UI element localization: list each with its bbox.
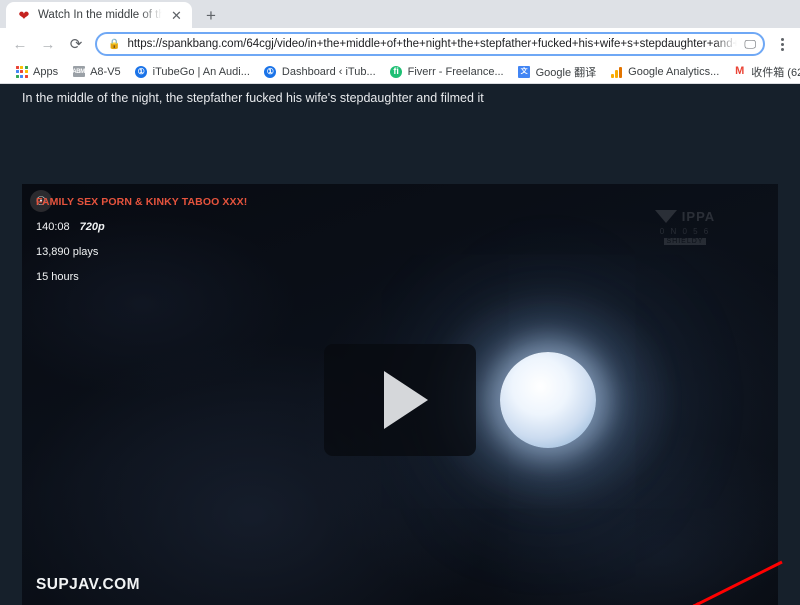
- back-icon[interactable]: ←: [7, 31, 33, 57]
- page-title: In the middle of the night, the stepfath…: [22, 91, 484, 105]
- play-button[interactable]: [324, 344, 476, 456]
- browser-menu-icon[interactable]: [771, 37, 793, 51]
- bookmark-label: Google Analytics...: [628, 65, 720, 78]
- bookmark-gmail[interactable]: M 收件箱 (620) - che...: [726, 62, 800, 82]
- supjav-watermark: SUPJAV.COM: [36, 576, 140, 593]
- tab-strip: ❤ Watch In the middle of the nig ✕ +: [0, 0, 800, 28]
- bookmark-google-translate[interactable]: 文 Google 翻译: [511, 62, 604, 82]
- heart-favicon-icon: ❤: [18, 7, 30, 23]
- video-plays: 13,890 plays: [36, 246, 99, 258]
- browser-toolbar: ← → ⟳ 🔒 https://spankbang.com/64cgj/vide…: [0, 28, 800, 60]
- browser-chrome: ❤ Watch In the middle of the nig ✕ + ← →…: [0, 0, 800, 84]
- bookmark-label: Apps: [33, 65, 59, 78]
- google-analytics-icon: [610, 65, 623, 78]
- bookmark-apps[interactable]: Apps: [8, 62, 65, 82]
- reload-icon[interactable]: ⟳: [63, 31, 89, 57]
- ippa-sub2-label: SHIELDY: [663, 238, 707, 245]
- video-age: 15 hours: [36, 271, 79, 283]
- tab-title: Watch In the middle of the nig: [38, 9, 162, 21]
- bookmark-label: 收件箱 (620) - che...: [751, 66, 800, 79]
- bookmark-label: Google 翻译: [535, 66, 597, 79]
- lock-icon: 🔒: [108, 38, 121, 50]
- bookmarks-bar: Apps ABM A8-V5 ① iTubeGo | An Audi... ① …: [0, 60, 800, 84]
- ippa-label: IPPA: [681, 209, 716, 224]
- video-metadata-overlay: FAMILY SEX PORN & KINKY TABOO XXX! 140:0…: [36, 196, 247, 283]
- video-player[interactable]: ☉ FAMILY SEX PORN & KINKY TABOO XXX! 140…: [22, 184, 778, 605]
- address-bar[interactable]: 🔒 https://spankbang.com/64cgj/video/in+t…: [95, 32, 765, 56]
- new-tab-button[interactable]: +: [198, 2, 224, 28]
- bookmark-label: iTubeGo | An Audi...: [152, 65, 250, 78]
- ippa-sub-label: 0 N 0 5 6: [659, 227, 711, 236]
- video-resolution: 720p: [79, 221, 105, 233]
- bookmark-dashboard[interactable]: ① Dashboard ‹ iTub...: [257, 62, 383, 82]
- close-icon[interactable]: ✕: [169, 8, 184, 23]
- google-translate-icon: 文: [518, 65, 531, 78]
- blue-circle-icon: ①: [135, 65, 148, 78]
- page-content: In the middle of the night, the stepfath…: [0, 84, 800, 605]
- ippa-watermark: IPPA 0 N 0 5 6 SHIELDY: [640, 202, 730, 252]
- cast-icon[interactable]: 🖵: [744, 37, 756, 52]
- video-duration: 140:08: [36, 221, 70, 233]
- bookmark-a8v5[interactable]: ABM A8-V5: [65, 62, 128, 82]
- ippa-cone-icon: [654, 210, 677, 223]
- bookmark-label: A8-V5: [90, 65, 121, 78]
- green-circle-icon: fi: [390, 65, 403, 78]
- forward-icon[interactable]: →: [35, 31, 61, 57]
- apps-grid-icon: [15, 65, 28, 78]
- bookmark-label: Dashboard ‹ iTub...: [281, 65, 376, 78]
- browser-tab[interactable]: ❤ Watch In the middle of the nig ✕: [6, 2, 192, 28]
- play-triangle-icon: [384, 371, 428, 429]
- bookmark-label: Fiverr - Freelance...: [407, 65, 504, 78]
- url-text: https://spankbang.com/64cgj/video/in+the…: [127, 38, 738, 50]
- abm-square-icon: ABM: [72, 65, 85, 78]
- bookmark-google-analytics[interactable]: Google Analytics...: [603, 62, 726, 82]
- studio-badge: FAMILY SEX PORN & KINKY TABOO XXX!: [36, 196, 248, 208]
- gmail-icon: M: [735, 65, 745, 77]
- moon-graphic: [500, 352, 596, 448]
- bookmark-fiverr[interactable]: fi Fiverr - Freelance...: [383, 62, 511, 82]
- bookmark-itubego[interactable]: ① iTubeGo | An Audi...: [128, 62, 257, 82]
- blue-circle-icon: ①: [264, 65, 277, 78]
